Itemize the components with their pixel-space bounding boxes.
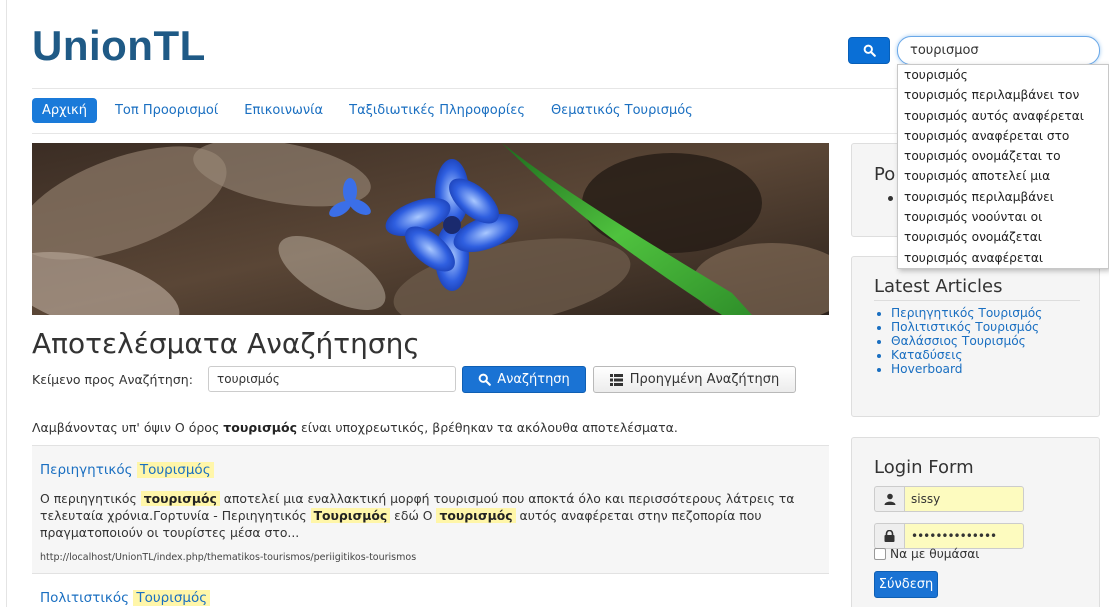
list-icon bbox=[609, 373, 623, 386]
remember-checkbox[interactable] bbox=[874, 548, 886, 560]
snippet-highlight: Τουρισμός bbox=[310, 508, 391, 523]
username-field[interactable]: sissy bbox=[904, 486, 1024, 512]
login-button[interactable]: Σύνδεση bbox=[874, 571, 938, 598]
login-module: Login Form sissy •••••••••••••• Να με θυ… bbox=[851, 437, 1100, 607]
result-title-highlight: Τουρισμός bbox=[136, 462, 214, 478]
result-item: Περιηγητικός Τουρισμός Ο περιηγητικός το… bbox=[32, 445, 829, 573]
query-label: Κείμενο προς Αναζήτηση: bbox=[32, 372, 193, 387]
suggestion-item[interactable]: τουρισμός περιλαμβάνει τον bbox=[898, 85, 1108, 105]
search-summary: Λαμβάνοντας υπ' όψιν Ο όρος τουρισμός εί… bbox=[32, 420, 678, 435]
site-logo[interactable]: UnionTL bbox=[32, 22, 206, 70]
suggestion-item[interactable]: τουρισμός αναφέρεται στο bbox=[898, 126, 1108, 146]
suggestion-item[interactable]: τουρισμός ονομάζεται το bbox=[898, 146, 1108, 166]
remember-label: Να με θυμάσαι bbox=[890, 547, 980, 561]
summary-suffix: είναι υποχρεωτικός, βρέθηκαν τα ακόλουθα… bbox=[297, 420, 678, 435]
snippet-text: εδώ Ο bbox=[390, 508, 437, 523]
suggestion-item[interactable]: τουρισμός ονομάζεται bbox=[898, 227, 1108, 247]
page-left-border bbox=[6, 0, 7, 607]
summary-prefix: Λαμβάνοντας υπ' όψιν Ο όρος bbox=[32, 420, 224, 435]
latest-article-link[interactable]: Hoverboard bbox=[891, 362, 1042, 376]
result-title-highlight: Τουρισμός bbox=[133, 590, 211, 606]
nav-travel-info[interactable]: Ταξιδιωτικές Πληροφορίες bbox=[349, 103, 525, 118]
password-field[interactable]: •••••••••••••• bbox=[904, 523, 1024, 549]
nav-top-destinations[interactable]: Τοπ Προορισμοί bbox=[115, 103, 218, 118]
result-title-link[interactable]: Πολιτιστικός Τουρισμός bbox=[40, 590, 821, 606]
result-title-link[interactable]: Περιηγητικός Τουρισμός bbox=[40, 462, 821, 478]
snippet-highlight: τουρισμός bbox=[436, 508, 516, 523]
summary-term: τουρισμός bbox=[223, 420, 298, 435]
latest-article-link[interactable]: Περιηγητικός Τουρισμός bbox=[891, 306, 1042, 320]
result-title-text: Πολιτιστικός bbox=[40, 590, 130, 606]
nav-thematic-tourism[interactable]: Θεματικός Τουρισμός bbox=[551, 103, 693, 118]
search-icon bbox=[863, 44, 876, 57]
list-bullet bbox=[888, 196, 893, 201]
suggestion-item[interactable]: τουρισμός αναφέρεται bbox=[898, 248, 1108, 268]
search-submit-button[interactable]: Αναζήτηση bbox=[462, 366, 586, 393]
nav-home[interactable]: Αρχική bbox=[32, 98, 97, 123]
result-item: Πολιτιστικός Τουρισμός bbox=[32, 573, 829, 607]
search-submit-label: Αναζήτηση bbox=[497, 372, 570, 387]
header-search-button[interactable] bbox=[848, 37, 890, 64]
latest-article-link[interactable]: Πολιτιστικός Τουρισμός bbox=[891, 320, 1042, 334]
suggestion-item[interactable]: τουρισμός περιλαμβάνει bbox=[898, 187, 1108, 207]
lock-icon bbox=[874, 523, 904, 549]
result-snippet: Ο περιηγητικός τουρισμός αποτελεί μια εν… bbox=[40, 490, 825, 541]
suggestion-item[interactable]: τουρισμός νοούνται οι bbox=[898, 207, 1108, 227]
search-results: Περιηγητικός Τουρισμός Ο περιηγητικός το… bbox=[32, 445, 829, 607]
banner-image bbox=[32, 143, 829, 315]
latest-article-link[interactable]: Καταδύσεις bbox=[891, 348, 1042, 362]
main-nav: Αρχική Τοπ Προορισμοί Επικοινωνία Ταξιδι… bbox=[32, 98, 719, 123]
suggestion-item[interactable]: τουρισμός αυτός αναφέρεται bbox=[898, 106, 1108, 126]
latest-articles-list: Περιηγητικός Τουρισμός Πολιτιστικός Τουρ… bbox=[852, 306, 1042, 376]
query-input[interactable] bbox=[208, 366, 456, 392]
advanced-search-button[interactable]: Προηγμένη Αναζήτηση bbox=[593, 366, 796, 393]
password-group: •••••••••••••• bbox=[874, 523, 1024, 549]
search-icon bbox=[478, 373, 492, 386]
page-title: Αποτελέσματα Αναζήτησης bbox=[32, 327, 420, 360]
heading-divider bbox=[874, 300, 1080, 301]
result-title-text: Περιηγητικός bbox=[40, 462, 133, 478]
user-icon bbox=[874, 486, 904, 512]
latest-article-link[interactable]: Θαλάσσιος Τουρισμός bbox=[891, 334, 1042, 348]
latest-articles-heading: Latest Articles bbox=[874, 276, 1003, 297]
nav-contact[interactable]: Επικοινωνία bbox=[244, 103, 323, 118]
snippet-text: Ο περιηγητικός bbox=[40, 491, 141, 506]
username-group: sissy bbox=[874, 486, 1024, 512]
header-search-input[interactable] bbox=[897, 36, 1100, 65]
suggestion-item[interactable]: τουρισμός αποτελεί μια bbox=[898, 166, 1108, 186]
advanced-search-label: Προηγμένη Αναζήτηση bbox=[629, 372, 780, 387]
popular-heading: Po bbox=[874, 164, 896, 185]
remember-me[interactable]: Να με θυμάσαι bbox=[874, 547, 979, 561]
suggestion-item[interactable]: τουρισμός bbox=[898, 65, 1108, 85]
latest-articles-module: Latest Articles Περιηγητικός Τουρισμός Π… bbox=[851, 256, 1100, 417]
login-heading: Login Form bbox=[874, 457, 974, 478]
snippet-highlight: τουρισμός bbox=[140, 491, 220, 506]
result-url: http://localhost/UnionTL/index.php/thema… bbox=[40, 552, 417, 563]
autocomplete-dropdown: τουρισμός τουρισμός περιλαμβάνει τον του… bbox=[897, 64, 1109, 269]
